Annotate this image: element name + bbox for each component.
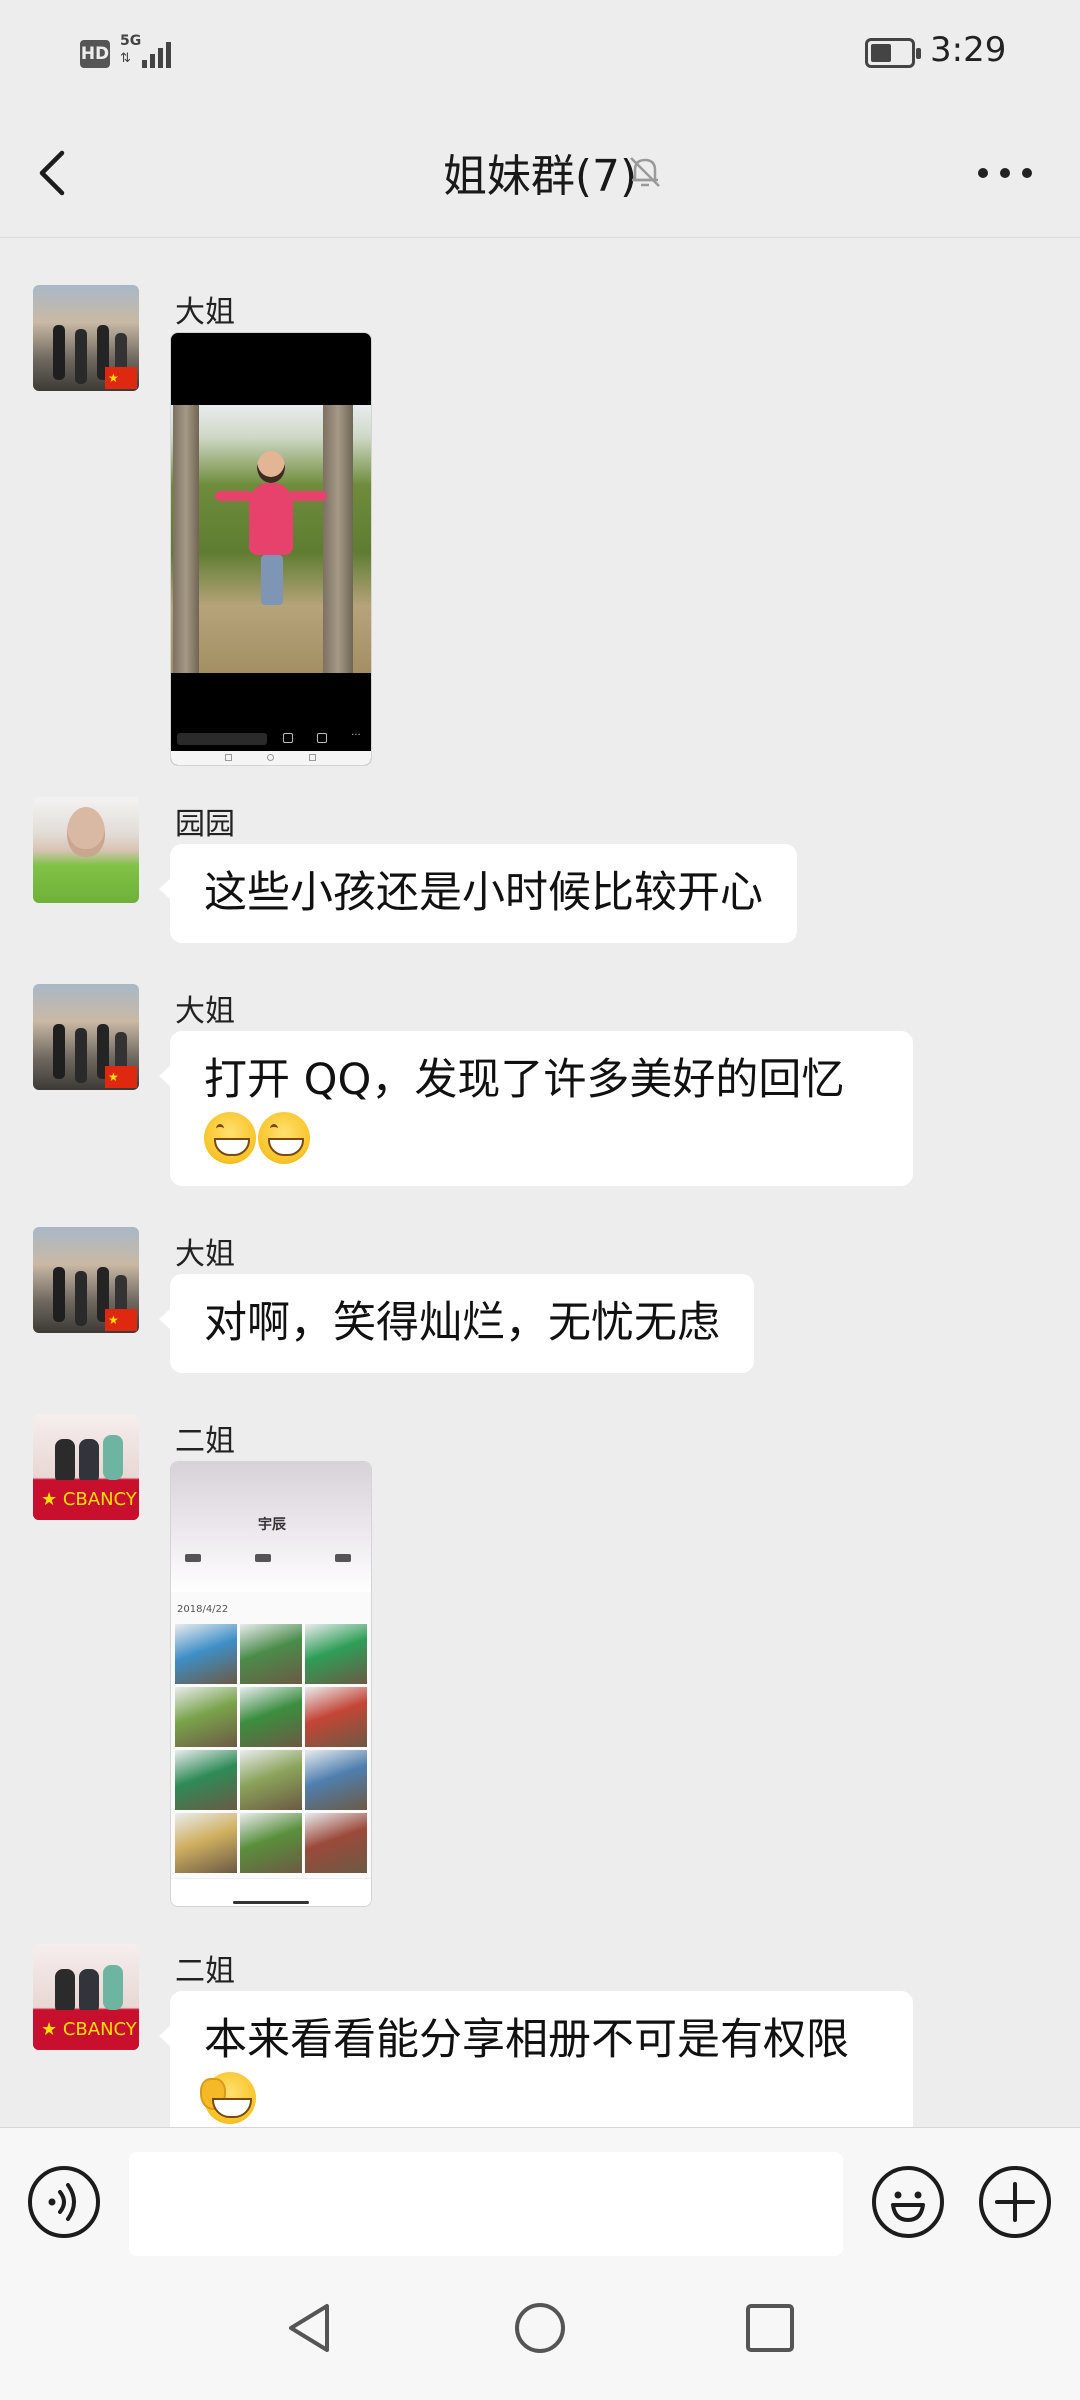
chat-title: 姐妹群(7): [442, 151, 638, 202]
hd-icon: HD: [80, 40, 110, 68]
message-text: 本来看看能分享相册不可是有权限: [204, 2015, 849, 2065]
clock: 3:29: [930, 30, 1007, 70]
album-thumbnail: [240, 1624, 302, 1684]
data-arrows-icon: ⇅: [120, 51, 131, 66]
triangle-back-icon[interactable]: [283, 2300, 339, 2356]
plus-circle-icon[interactable]: [979, 2166, 1051, 2238]
album-thumbnail: [305, 1624, 367, 1684]
message-item: ★ 大姐 打开 QQ，发现了许多美好的回忆: [0, 984, 1080, 1204]
album-thumbnail: [175, 1813, 237, 1873]
text-bubble[interactable]: 对啊，笑得灿烂，无忧无虑: [159, 1274, 754, 1373]
sender-name: 大姐: [175, 994, 235, 1029]
avatar[interactable]: ★ CBANCY: [33, 1944, 139, 2050]
album-thumbnail: [305, 1750, 367, 1810]
system-nav-bar: [0, 2260, 1080, 2400]
message-item: ★ 大姐 对啊，笑得灿烂，无忧无虑: [0, 1227, 1080, 1387]
circle-home-icon[interactable]: [512, 2300, 568, 2356]
avatar[interactable]: [33, 797, 139, 903]
avatar[interactable]: ★: [33, 1227, 139, 1333]
facepalm-emoji: [200, 2071, 256, 2124]
album-thumbnail: [175, 1750, 237, 1810]
message-list[interactable]: ★ 大姐 ··· 园园 这些小孩还是小时候比较开心 ★ 大姐 打开 QQ，发现了: [0, 239, 1080, 2127]
message-text: 打开 QQ，发现了许多美好的回忆: [204, 1055, 845, 1105]
grin-emoji: [258, 1111, 310, 1164]
sender-name: 二姐: [175, 1954, 235, 1989]
message-item: ★ 大姐 ···: [0, 285, 1080, 766]
sender-name: 大姐: [175, 295, 235, 330]
avatar[interactable]: ★: [33, 984, 139, 1090]
album-title: 宇辰: [258, 1517, 286, 1533]
album-thumbnail: [175, 1687, 237, 1747]
album-thumbnail: [240, 1813, 302, 1873]
message-item: ★ CBANCY 二姐 宇辰 2018/4/22: [0, 1414, 1080, 1914]
album-thumbnail: [240, 1750, 302, 1810]
album-thumbnail: [305, 1813, 367, 1873]
image-message[interactable]: ···: [170, 332, 372, 766]
sender-name: 大姐: [175, 1237, 235, 1272]
network-type-label: 5G: [120, 33, 142, 49]
signal-icon: 5G ⇅: [120, 34, 174, 72]
square-recent-icon[interactable]: [742, 2300, 798, 2356]
more-horizontal-icon[interactable]: [975, 163, 1035, 183]
image-message[interactable]: 宇辰 2018/4/22: [170, 1461, 372, 1907]
album-date: 2018/4/22: [177, 1604, 229, 1615]
message-input[interactable]: [129, 2152, 843, 2256]
message-item: 园园 这些小孩还是小时候比较开心: [0, 797, 1080, 957]
text-bubble[interactable]: 本来看看能分享相册不可是有权限: [159, 1991, 913, 2127]
voice-icon[interactable]: [28, 2166, 100, 2238]
bell-off-icon: [625, 152, 665, 192]
sender-name: 二姐: [175, 1424, 235, 1459]
album-thumbnail: [305, 1687, 367, 1747]
text-bubble[interactable]: 这些小孩还是小时候比较开心: [159, 844, 797, 943]
grin-emoji: [204, 1111, 256, 1164]
album-thumbnail: [240, 1687, 302, 1747]
text-bubble[interactable]: 打开 QQ，发现了许多美好的回忆: [159, 1031, 913, 1186]
smiley-icon[interactable]: [872, 2166, 944, 2238]
avatar[interactable]: ★ CBANCY: [33, 1414, 139, 1520]
battery-icon: [865, 38, 921, 68]
message-item: ★ CBANCY 二姐 本来看看能分享相册不可是有权限: [0, 1944, 1080, 2127]
chat-header: 姐妹群(7): [0, 108, 1080, 238]
sender-name: 园园: [175, 807, 235, 842]
avatar[interactable]: ★: [33, 285, 139, 391]
input-bar: [0, 2127, 1080, 2260]
album-thumbnail: [175, 1624, 237, 1684]
status-bar: HD 5G ⇅ 3:29: [0, 0, 1080, 108]
